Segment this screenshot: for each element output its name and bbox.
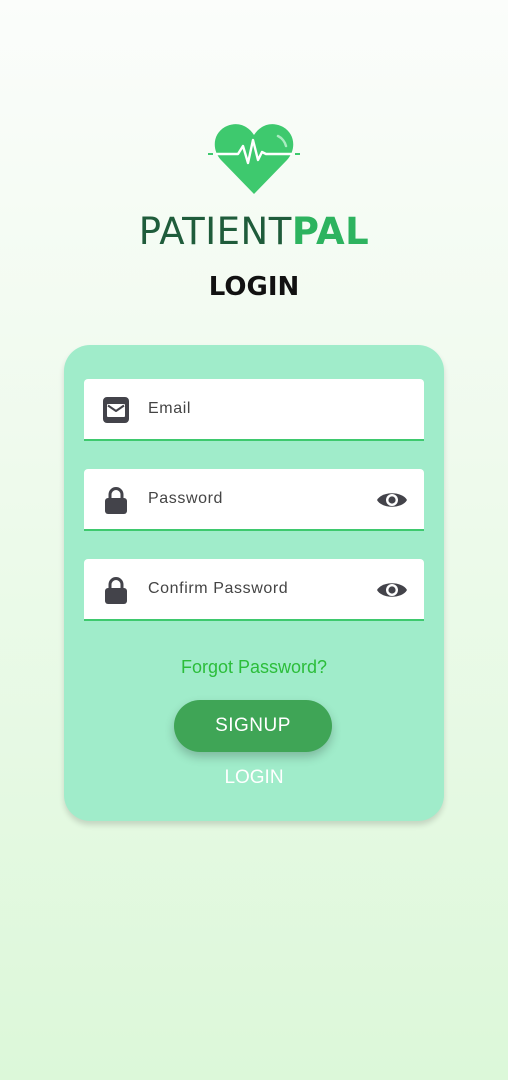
- lock-icon: [105, 577, 127, 604]
- password-field: [84, 469, 424, 531]
- confirm-password-input[interactable]: [148, 559, 358, 619]
- lock-icon: [105, 487, 127, 514]
- confirm-password-field: [84, 559, 424, 621]
- email-field: [84, 379, 424, 441]
- brand-name-light: PATIENT: [138, 210, 292, 253]
- heart-pulse-icon: [208, 124, 300, 194]
- login-link[interactable]: LOGIN: [64, 767, 444, 789]
- brand-name: PATIENTPAL: [0, 206, 508, 258]
- login-card: Forgot Password? SIGNUP LOGIN: [64, 345, 444, 821]
- envelope-icon: [103, 397, 129, 423]
- forgot-password-link[interactable]: Forgot Password?: [64, 657, 444, 678]
- signup-button[interactable]: SIGNUP: [174, 700, 332, 752]
- password-input[interactable]: [148, 469, 358, 529]
- eye-icon[interactable]: [376, 486, 408, 514]
- brand-name-bold: PAL: [291, 210, 370, 253]
- page-title: LOGIN: [208, 272, 300, 302]
- eye-icon[interactable]: [376, 576, 408, 604]
- email-input[interactable]: [148, 379, 358, 439]
